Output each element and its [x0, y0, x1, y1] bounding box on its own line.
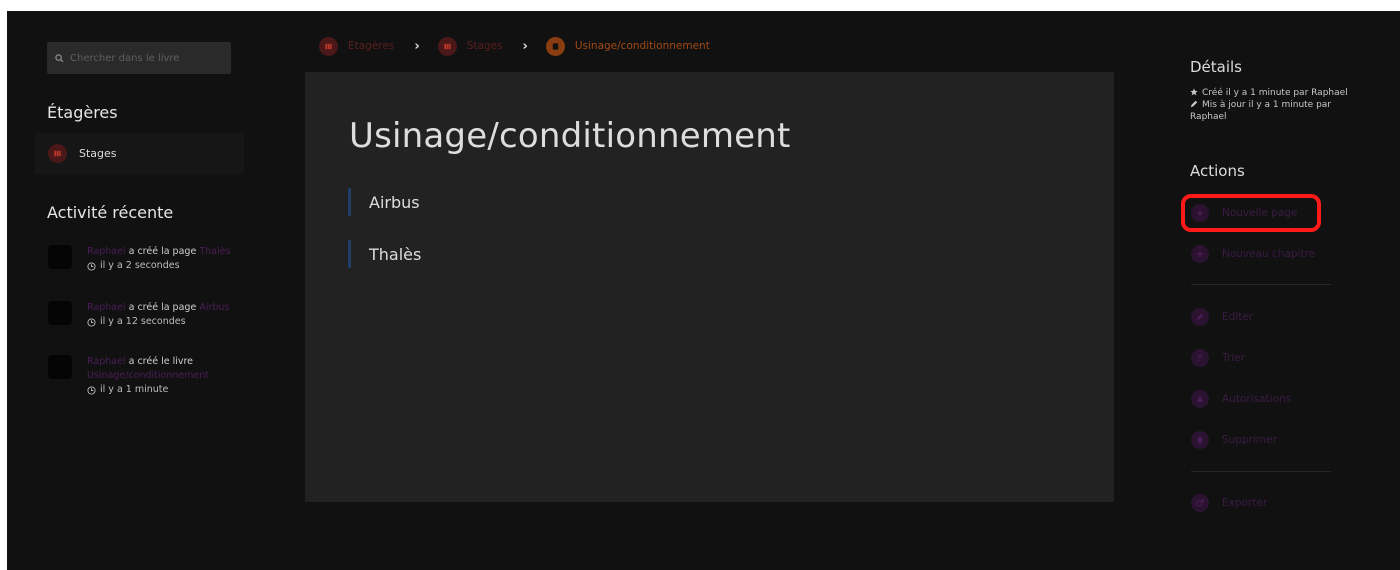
sort-icon — [1191, 349, 1209, 367]
chevron-right-icon: › — [522, 38, 528, 54]
activity-time: il y a 12 secondes — [100, 316, 186, 327]
actions-heading: Actions — [1190, 162, 1245, 180]
book-icon — [545, 36, 565, 56]
action-label: Editer — [1222, 311, 1254, 323]
activity-target-link[interactable]: Usinage/conditionnement — [87, 370, 209, 381]
search-icon — [55, 53, 64, 63]
activity-heading: Activité récente — [47, 203, 174, 222]
action-label: Supprimer — [1222, 434, 1277, 446]
search-input[interactable] — [70, 52, 220, 64]
divider — [1191, 471, 1331, 472]
activity-item: Raphael a créé la page Thalès il y a 2 s… — [48, 245, 230, 273]
divider — [1191, 284, 1331, 285]
shelves-heading: Étagères — [47, 103, 118, 122]
chapter-item-thales[interactable]: Thalès — [348, 240, 421, 268]
bookshelf-icon — [437, 36, 457, 56]
chapter-label: Thalès — [369, 244, 422, 264]
avatar — [48, 355, 72, 379]
bookshelf-icon — [319, 36, 338, 56]
bookshelf-icon — [48, 144, 67, 163]
activity-user-link[interactable]: Raphael — [87, 302, 126, 313]
clock-icon — [87, 317, 96, 327]
breadcrumb-label: Stages — [466, 40, 503, 52]
sort-button[interactable]: Trier — [1191, 349, 1245, 367]
activity-time: il y a 2 secondes — [100, 260, 180, 271]
activity-action: a créé le livre — [128, 356, 194, 367]
breadcrumb-shelves[interactable]: Étagères — [319, 36, 395, 56]
book-content-card: Usinage/conditionnement Airbus Thalès — [305, 72, 1114, 502]
avatar — [48, 245, 72, 269]
pencil-icon — [1190, 100, 1198, 108]
breadcrumb: Étagères › Stages › Usinage/conditionnem… — [319, 34, 710, 58]
clock-icon — [87, 261, 96, 271]
pencil-icon — [1191, 308, 1209, 326]
edit-button[interactable]: Editer — [1191, 308, 1253, 326]
updated-info: Mis à jour il y a 1 minute par Raphael — [1190, 100, 1332, 122]
shelf-item-stages[interactable]: Stages — [35, 133, 244, 174]
breadcrumb-label: Usinage/conditionnement — [574, 40, 710, 52]
details-meta: Créé il y a 1 minute par Raphael Mis à j… — [1190, 87, 1365, 123]
activity-item: Raphael a créé la page Airbus il y a 12 … — [48, 301, 229, 329]
page-title: Usinage/conditionnement — [349, 116, 791, 156]
delete-button[interactable]: Supprimer — [1191, 431, 1277, 449]
chevron-right-icon: › — [414, 38, 420, 54]
details-heading: Détails — [1190, 58, 1243, 76]
activity-user-link[interactable]: Raphael — [87, 246, 126, 257]
action-label: Trier — [1222, 352, 1245, 364]
breadcrumb-stages[interactable]: Stages — [437, 36, 503, 56]
shelf-item-label: Stages — [79, 147, 117, 160]
export-icon — [1191, 494, 1209, 512]
clock-icon — [87, 385, 96, 395]
star-icon — [1190, 88, 1198, 96]
app-window: Étagères Stages Activité récente Raphael… — [7, 11, 1400, 570]
search-box[interactable] — [47, 42, 231, 74]
annotation-highlight-box — [1181, 194, 1321, 232]
action-label: Nouveau chapitre — [1222, 248, 1316, 260]
action-label: Autorisations — [1222, 393, 1292, 405]
chapter-item-airbus[interactable]: Airbus — [348, 188, 420, 216]
activity-target-link[interactable]: Airbus — [199, 302, 229, 313]
breadcrumb-label: Étagères — [348, 40, 395, 52]
activity-action: a créé la page — [128, 302, 197, 313]
action-label: Exporter — [1222, 497, 1268, 509]
trash-icon — [1191, 431, 1209, 449]
created-info: Créé il y a 1 minute par Raphael — [1202, 88, 1348, 98]
activity-time: il y a 1 minute — [100, 384, 169, 395]
activity-user-link[interactable]: Raphael — [87, 356, 126, 367]
activity-action: a créé la page — [128, 246, 197, 257]
avatar — [48, 301, 72, 325]
plus-icon — [1191, 245, 1209, 263]
new-chapter-button[interactable]: Nouveau chapitre — [1191, 245, 1315, 263]
permissions-button[interactable]: Autorisations — [1191, 390, 1291, 408]
activity-item: Raphael a créé le livre Usinage/conditio… — [48, 355, 209, 397]
breadcrumb-book[interactable]: Usinage/conditionnement — [545, 36, 710, 56]
activity-target-link[interactable]: Thalès — [199, 246, 230, 257]
export-button[interactable]: Exporter — [1191, 494, 1267, 512]
lock-icon — [1191, 390, 1209, 408]
chapter-label: Airbus — [369, 192, 420, 212]
